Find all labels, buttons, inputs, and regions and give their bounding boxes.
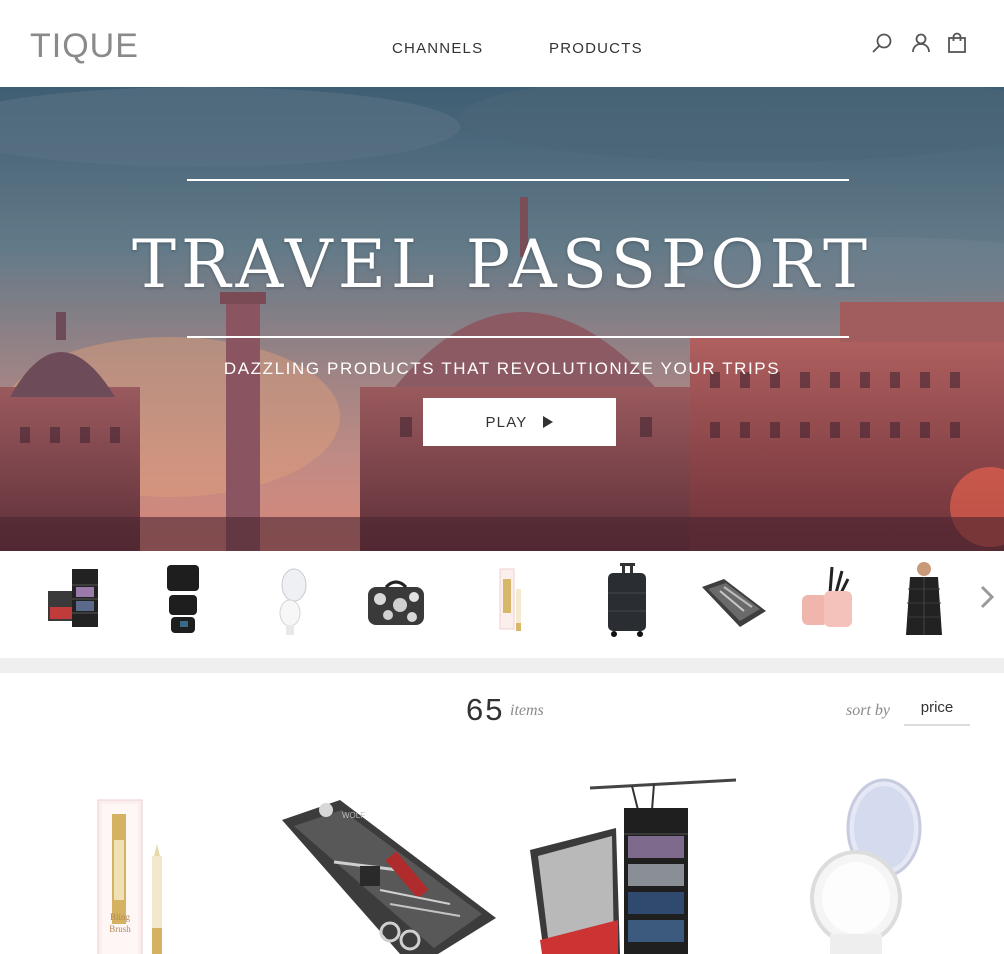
manicure-kit-thumbnail[interactable] [694, 559, 774, 639]
sort-by-label: sort by [846, 702, 890, 719]
product-card-suitcase-closet[interactable] [520, 770, 760, 954]
play-button-label: PLAY [485, 413, 528, 431]
svg-text:Bling: Bling [110, 912, 131, 922]
rome-cityscape-illustration [0, 87, 1004, 551]
bling-brush-thumbnail[interactable] [472, 559, 552, 639]
lighted-mirror-product-image [810, 778, 922, 954]
hero-subtitle: DAZZLING PRODUCTS THAT REVOLUTIONIZE YOU… [223, 359, 781, 378]
floral-cosmetic-case-thumbnail[interactable] [356, 559, 436, 639]
play-icon [542, 416, 553, 428]
play-button[interactable]: PLAY [423, 398, 616, 446]
svg-text:WOLF: WOLF [342, 811, 365, 820]
hero-rule-bottom [187, 336, 849, 338]
search-icon[interactable] [870, 31, 894, 55]
pink-brush-holder-thumbnail[interactable] [790, 559, 870, 639]
site-header: TIQUE CHANNELS PRODUCTS [0, 0, 1004, 87]
bag-icon[interactable] [945, 31, 969, 55]
suitcase-closet-product-image [530, 778, 737, 954]
manicure-kit-product-image: WOLF [282, 800, 496, 954]
item-count: 65 [466, 692, 505, 727]
puffer-jacket-thumbnail[interactable] [884, 559, 964, 639]
user-icon[interactable] [909, 31, 933, 55]
product-card-bling-brush[interactable]: Bling Brush [20, 770, 260, 954]
nav-channels-link[interactable]: CHANNELS [392, 38, 483, 60]
rolling-suitcase-thumbnail[interactable] [586, 559, 666, 639]
main-nav: CHANNELS PRODUCTS [0, 38, 1004, 60]
bling-brush-product-image: Bling Brush [97, 799, 162, 954]
hero-title: TRAVEL PASSPORT [131, 226, 873, 303]
section-divider [0, 658, 1004, 673]
packing-cubes-thumbnail[interactable] [142, 559, 222, 639]
product-thumbnail-strip [0, 551, 1004, 658]
compact-mirror-thumbnail[interactable] [250, 559, 330, 639]
product-card-manicure-kit[interactable]: WOLF [270, 770, 510, 954]
nav-products-link[interactable]: PRODUCTS [549, 38, 643, 60]
item-count-label: items [510, 702, 544, 719]
hero-rule-top [187, 179, 849, 181]
svg-text:Brush: Brush [109, 924, 131, 934]
chevron-right-icon[interactable] [977, 584, 997, 610]
product-card-lighted-mirror[interactable] [770, 770, 1004, 954]
hero-banner: TRAVEL PASSPORT DAZZLING PRODUCTS THAT R… [0, 87, 1004, 551]
sort-select[interactable]: price [904, 696, 970, 726]
closet-organizer-thumbnail[interactable] [36, 559, 116, 639]
